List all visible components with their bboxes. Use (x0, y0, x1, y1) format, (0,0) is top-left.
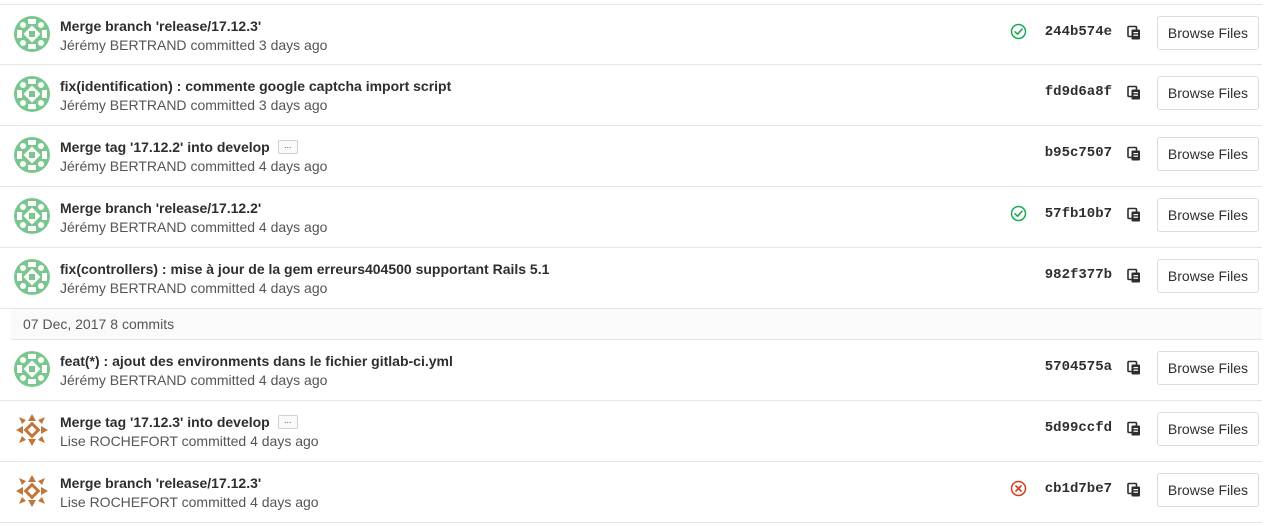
commit-action-text: committed (181, 433, 247, 449)
commit-action-text: committed (190, 37, 256, 53)
commit-title-link[interactable]: Merge branch 'release/17.12.3' (60, 18, 261, 34)
clipboard-icon[interactable] (1126, 207, 1142, 223)
commit-time: 3 days ago (258, 97, 328, 113)
commit-action-text: committed (190, 158, 256, 174)
clipboard-icon[interactable] (1126, 268, 1142, 284)
commit-title-link[interactable]: Merge tag '17.12.2' into develop (60, 139, 270, 155)
check-circle-icon[interactable] (1010, 23, 1027, 40)
commit-action-text: committed (190, 280, 256, 296)
commit-author-link[interactable]: Jérémy BERTRAND (60, 280, 187, 296)
commit-title-link[interactable]: Merge branch 'release/17.12.2' (60, 200, 261, 216)
commit-time: 4 days ago (258, 219, 328, 235)
avatar[interactable] (14, 259, 50, 295)
commit-title-line: Merge branch 'release/17.12.2' (60, 198, 261, 218)
commit-title-line: Merge tag '17.12.3' into develop... (60, 412, 298, 432)
commit-author-link[interactable]: Jérémy BERTRAND (60, 97, 187, 113)
commit-author-link[interactable]: Lise ROCHEFORT (60, 494, 178, 510)
commit-meta: Jérémy BERTRAND committed 3 days ago (60, 37, 327, 53)
clipboard-icon[interactable] (1126, 25, 1142, 41)
browse-files-button[interactable]: Browse Files (1157, 412, 1259, 446)
browse-files-button[interactable]: Browse Files (1157, 16, 1259, 50)
clipboard-icon[interactable] (1126, 360, 1142, 376)
commit-title-link[interactable]: feat(*) : ajout des environments dans le… (60, 353, 453, 369)
commit-action-text: committed (190, 97, 256, 113)
day-group-header: 07 Dec, 2017 8 commits (11, 309, 1262, 340)
commit-title-link[interactable]: Merge branch 'release/17.12.3' (60, 475, 261, 491)
commit-time: 3 days ago (258, 37, 328, 53)
commit-title-link[interactable]: Merge tag '17.12.3' into develop (60, 414, 270, 430)
commit-title-line: Merge branch 'release/17.12.3' (60, 16, 261, 36)
commit-row: fix(identification) : commente google ca… (0, 65, 1262, 126)
commit-sha-link[interactable]: 5d99ccfd (1045, 420, 1112, 436)
day-group-date: 07 Dec, 2017 (23, 316, 107, 332)
commit-row: fix(controllers) : mise à jour de la gem… (0, 248, 1262, 309)
commit-action-text: committed (190, 219, 256, 235)
commit-action-text: committed (190, 372, 256, 388)
commit-meta: Jérémy BERTRAND committed 4 days ago (60, 372, 327, 388)
commit-sha-link[interactable]: fd9d6a8f (1045, 84, 1112, 100)
avatar[interactable] (14, 76, 50, 112)
commit-time: 4 days ago (258, 372, 328, 388)
commit-row: feat(*) : ajout des environments dans le… (0, 340, 1262, 401)
commit-sha-link[interactable]: 982f377b (1045, 267, 1112, 283)
x-circle-icon[interactable] (1010, 480, 1027, 497)
commit-sha-link[interactable]: b95c7507 (1045, 145, 1112, 161)
commit-meta: Jérémy BERTRAND committed 4 days ago (60, 280, 327, 296)
commit-title-line: fix(identification) : commente google ca… (60, 76, 451, 96)
commit-sha-link[interactable]: cb1d7be7 (1045, 481, 1112, 497)
commit-title-line: fix(controllers) : mise à jour de la gem… (60, 259, 549, 279)
expand-description-button[interactable]: ... (277, 140, 298, 154)
avatar[interactable] (14, 16, 50, 52)
commit-row: Merge branch 'release/17.12.3' Lise ROCHE… (0, 462, 1262, 523)
avatar[interactable] (14, 473, 50, 509)
commit-sha-link[interactable]: 244b574e (1045, 24, 1112, 40)
commit-author-link[interactable]: Jérémy BERTRAND (60, 37, 187, 53)
day-group-count: 8 commits (110, 316, 175, 332)
commit-time: 4 days ago (258, 280, 328, 296)
commit-author-link[interactable]: Jérémy BERTRAND (60, 372, 187, 388)
commit-title-link[interactable]: fix(identification) : commente google ca… (60, 78, 451, 94)
commit-row: Merge branch 'release/17.12.3' Jérémy BER… (0, 4, 1262, 65)
commit-author-link[interactable]: Jérémy BERTRAND (60, 219, 187, 235)
commit-meta: Jérémy BERTRAND committed 3 days ago (60, 97, 327, 113)
commit-row: Merge tag '17.12.2' into develop... Jérém… (0, 126, 1262, 187)
commit-title-line: feat(*) : ajout des environments dans le… (60, 351, 453, 371)
browse-files-button[interactable]: Browse Files (1157, 473, 1259, 507)
browse-files-button[interactable]: Browse Files (1157, 76, 1259, 110)
browse-files-button[interactable]: Browse Files (1157, 259, 1259, 293)
check-circle-icon[interactable] (1010, 205, 1027, 222)
commit-time: 4 days ago (250, 433, 319, 449)
browse-files-button[interactable]: Browse Files (1157, 137, 1259, 171)
commit-meta: Lise ROCHEFORT committed 4 days ago (60, 494, 319, 510)
browse-files-button[interactable]: Browse Files (1157, 351, 1259, 385)
commit-row: Merge tag '17.12.3' into develop... Lise … (0, 401, 1262, 462)
expand-description-button[interactable]: ... (277, 415, 298, 429)
clipboard-icon[interactable] (1126, 482, 1142, 498)
commit-meta: Jérémy BERTRAND committed 4 days ago (60, 158, 327, 174)
commit-row: Merge branch 'release/17.12.2' Jérémy BER… (0, 187, 1262, 248)
browse-files-button[interactable]: Browse Files (1157, 198, 1259, 232)
clipboard-icon[interactable] (1126, 421, 1142, 437)
avatar[interactable] (14, 137, 50, 173)
avatar[interactable] (14, 198, 50, 234)
commit-time: 4 days ago (258, 158, 328, 174)
commit-sha-link[interactable]: 57fb10b7 (1045, 206, 1112, 222)
commit-time: 4 days ago (250, 494, 319, 510)
commit-title-line: Merge branch 'release/17.12.3' (60, 473, 261, 493)
commit-meta: Lise ROCHEFORT committed 4 days ago (60, 433, 319, 449)
commit-title-line: Merge tag '17.12.2' into develop... (60, 137, 298, 157)
commit-meta: Jérémy BERTRAND committed 4 days ago (60, 219, 327, 235)
clipboard-icon[interactable] (1126, 85, 1142, 101)
commit-author-link[interactable]: Lise ROCHEFORT (60, 433, 178, 449)
clipboard-icon[interactable] (1126, 146, 1142, 162)
avatar[interactable] (14, 351, 50, 387)
commit-action-text: committed (181, 494, 247, 510)
commit-sha-link[interactable]: 5704575a (1045, 359, 1112, 375)
commit-title-link[interactable]: fix(controllers) : mise à jour de la gem… (60, 261, 549, 277)
avatar[interactable] (14, 412, 50, 448)
commit-author-link[interactable]: Jérémy BERTRAND (60, 158, 187, 174)
